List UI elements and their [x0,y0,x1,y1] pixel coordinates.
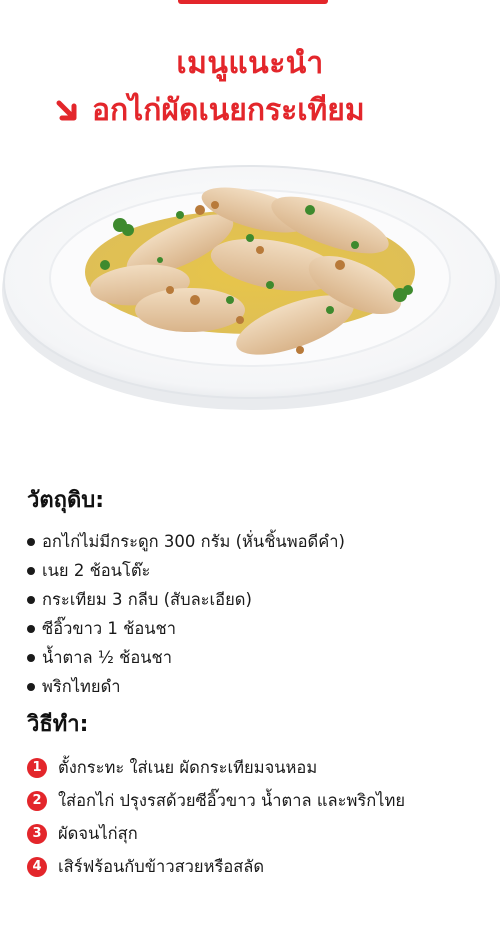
dish-title-text: อกไก่ผัดเนยกระเทียม [92,92,365,128]
ingredient-item: เนย 2 ช้อนโต๊ะ [27,556,345,585]
step-text: ใส่อกไก่ ปรุงรสด้วยซีอิ๊วขาว น้ำตาล และพ… [58,790,406,810]
method-step: 1 ตั้งกระทะ ใส่เนย ผัดกระเทียมจนหอม [27,751,405,784]
method-title: วิธีทำ: [27,712,89,737]
bullet-icon [27,537,35,546]
method-section: วิธีทำ: 1 ตั้งกระทะ ใส่เนย ผัดกระเทียมจนห… [27,706,405,883]
step-text: เสิร์ฟร้อนกับข้าวสวยหรือสลัด [58,856,265,876]
ingredient-text: กระเทียม 3 กลีบ (สับละเอียด) [42,589,252,609]
bullet-icon [27,566,35,575]
ingredient-text: เนย 2 ช้อนโต๊ะ [42,560,151,580]
dish-title: อกไก่ผัดเนยกระเทียม [54,90,365,130]
step-number-badge: 2 [27,790,47,811]
step-number-badge: 4 [27,856,47,877]
method-steps: 1 ตั้งกระทะ ใส่เนย ผัดกระเทียมจนหอม 2 ใส่อ… [27,751,405,883]
bullet-icon [27,653,35,662]
ingredient-item: ซีอิ๊วขาว 1 ช้อนชา [27,614,345,643]
ingredient-item: กระเทียม 3 กลีบ (สับละเอียด) [27,585,345,614]
method-step: 2 ใส่อกไก่ ปรุงรสด้วยซีอิ๊วขาว น้ำตาล และ… [27,784,405,817]
method-step: 4 เสิร์ฟร้อนกับข้าวสวยหรือสลัด [27,850,405,883]
ingredients-title: วัตถุดิบ: [27,488,105,513]
ingredients-list: อกไก่ไม่มีกระดูก 300 กรัม (หั่นชิ้นพอดีค… [27,527,345,701]
step-text: ผัดจนไก่สุก [58,823,138,843]
ingredient-text: พริกไทยดำ [42,676,121,696]
bullet-icon [27,595,35,604]
ingredient-item: น้ำตาล ½ ช้อนชา [27,643,345,672]
step-text: ตั้งกระทะ ใส่เนย ผัดกระเทียมจนหอม [58,757,318,777]
method-step: 3 ผัดจนไก่สุก [27,817,405,850]
bullet-icon [27,624,35,633]
ingredients-section: วัตถุดิบ: อกไก่ไม่มีกระดูก 300 กรัม (หั่… [27,482,345,701]
ingredient-text: อกไก่ไม่มีกระดูก 300 กรัม (หั่นชิ้นพอดีค… [42,531,345,551]
page-title: เมนูแนะนำ [176,46,324,81]
bullet-icon [27,682,35,691]
dish-photo [2,165,500,410]
arrow-down-right-icon [56,100,77,121]
step-number-badge: 3 [27,823,47,844]
ingredient-text: น้ำตาล ½ ช้อนชา [42,647,172,667]
ingredient-item: พริกไทยดำ [27,672,345,701]
ingredient-item: อกไก่ไม่มีกระดูก 300 กรัม (หั่นชิ้นพอดีค… [27,527,345,556]
ingredient-text: ซีอิ๊วขาว 1 ช้อนชา [42,618,177,638]
step-number-badge: 1 [27,757,47,778]
top-accent-strip [178,0,328,4]
